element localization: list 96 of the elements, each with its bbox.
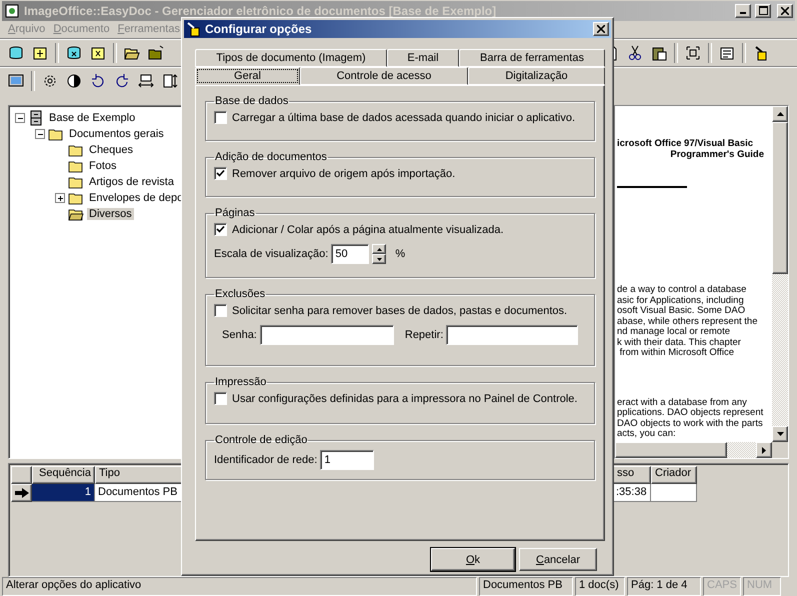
app-icon [4,2,20,19]
flip-icon [138,73,154,90]
status-pane: Pág: 1 de 4 [627,577,701,596]
document-delete-icon [90,44,106,61]
checkbox[interactable] [214,223,227,236]
table-cell: 1 [32,484,95,502]
column-header[interactable]: sso [613,466,651,484]
paste-icon [651,44,667,61]
tree-item[interactable]: Fotos [87,160,119,172]
folder-icon [148,44,164,61]
group-title: Páginas [214,207,256,219]
table-cell: :35:38 [613,484,651,502]
spin-down-button[interactable] [372,254,386,264]
checkbox[interactable] [214,304,227,317]
down-arrow-icon [376,258,382,260]
table-cell [651,484,697,502]
tree-item[interactable]: Diversos [87,208,134,220]
page-resize-icon [162,73,178,90]
dialog-button[interactable]: Ok [431,548,515,571]
password-field[interactable] [446,325,578,345]
cut-icon [627,44,643,61]
status-pane: 1 doc(s) [575,577,625,596]
tree-item[interactable]: Base de Exemplo [47,112,138,124]
database-delete-icon [66,44,82,61]
group-title: Exclusões [214,288,266,300]
field-label: Identificador de rede: [214,454,318,466]
document-heading: icrosoft Office 97/Visual Basic [617,139,754,150]
right-arrow-icon [762,446,766,454]
status-pane: Alterar opções do aplicativo [2,577,477,596]
gear-icon [42,73,58,90]
checkbox-label: Solicitar senha para remover bases de dados, pastas e documentos. [232,304,568,316]
tab[interactable]: Tipos de documento (Imagem) [195,49,387,67]
field-label: Senha: [222,329,257,341]
dialog-title: Configurar opções [205,22,313,36]
tools-icon [186,21,202,37]
rotate-right-icon [114,73,130,90]
maximize-icon [758,6,768,16]
properties-icon [719,44,735,61]
database-icon [8,44,24,61]
group-title: Impressão [214,376,268,388]
maximize-button[interactable] [755,4,771,18]
password-field[interactable] [260,325,394,345]
tab[interactable]: Digitalização [468,67,605,85]
new-document-icon [32,44,48,61]
dialog-button[interactable]: Cancelar [519,548,597,571]
monitor-icon [8,73,24,90]
tab[interactable]: Geral [195,67,300,85]
document-paragraph: de a way to control a database asic for Applications, including osoft Visual Basic. Some DAO abase, while others represent the nd manage local or remote k with their data. This chapter from within Microsoft Office [617,285,758,359]
field-label: Repetir: [404,329,444,341]
spin-up-button[interactable] [372,244,386,254]
tab[interactable]: E-mail [387,49,459,67]
checkbox[interactable] [214,111,227,124]
horizontal-scrollbar[interactable] [615,442,772,458]
tab[interactable]: Controle de acesso [300,67,468,85]
checkbox[interactable] [214,392,227,405]
down-arrow-icon [776,432,784,436]
document-heading: Programmer's Guide [670,150,764,160]
vertical-scrollbar[interactable] [772,106,788,442]
checkbox[interactable] [214,167,227,180]
input-field[interactable]: 1 [320,450,374,470]
fit-page-icon [685,44,701,61]
expand-icon[interactable] [55,193,65,204]
checkbox-label: Adicionar / Colar após a página atualmente visualizada. [232,224,504,236]
tree-item[interactable]: Artigos de revista [87,176,176,188]
close-icon [597,25,605,33]
collapse-icon[interactable] [15,113,25,124]
tree-item[interactable]: Documentos gerais [67,128,166,140]
tab[interactable]: Barra de ferramentas [459,49,605,67]
group-title: Base de dados [214,95,290,107]
group-title: Controle de edição [214,434,308,446]
unit-label: % [395,248,406,260]
close-icon [781,6,789,15]
up-arrow-icon [376,248,382,250]
status-pane: Documentos PB [479,577,573,596]
rotate-left-icon [90,73,106,90]
input-field[interactable]: 50 [331,244,370,264]
up-arrow-icon [776,112,784,116]
group-title: Adição de documentos [214,151,328,163]
minimize-icon [740,12,746,14]
field-label: Escala de visualização: [214,248,328,260]
document-paragraph: eract with a database from any pplications. DAO objects represent DAO objects to work with the parts acts, you can: [617,398,764,440]
minimize-button[interactable] [735,4,751,18]
tree-item[interactable]: Cheques [87,144,136,156]
checkbox-label: Usar configurações definidas para a impressora no Painel de Controle. [232,392,578,404]
cabinet-icon [28,110,44,126]
contrast-icon [66,73,82,90]
tools-icon [753,44,769,61]
column-header[interactable]: Sequência [32,466,95,484]
column-header[interactable]: Criador [651,466,697,484]
close-button[interactable] [593,22,609,36]
row-pointer-icon [14,488,28,498]
collapse-icon[interactable] [35,129,45,140]
close-button[interactable] [777,4,793,18]
column-header[interactable] [11,466,32,484]
checkbox-label: Carregar a última base de dados acessada quando iniciar o aplicativo. [232,112,576,124]
checkbox-label: Remover arquivo de origem após importação. [232,168,456,180]
